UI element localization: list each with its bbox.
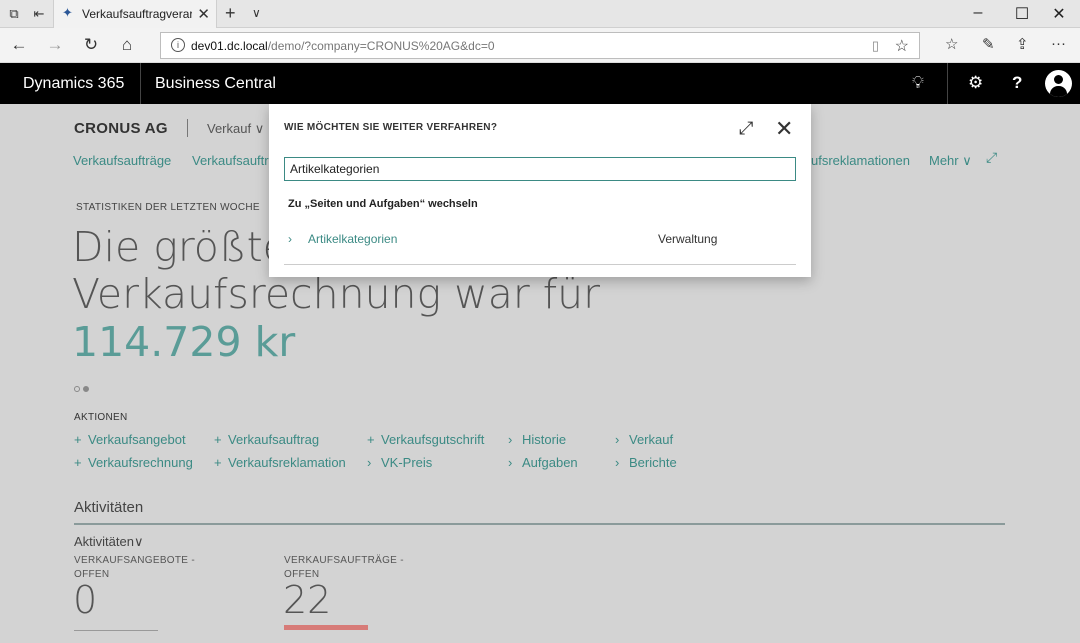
activities-group-toggle[interactable]: Aktivitäten∨ [74,534,144,550]
set-tabs-aside-icon[interactable]: ⇤ [31,6,47,22]
headline-pager [74,379,92,397]
plus-icon: + [367,432,375,447]
refresh-icon[interactable]: ↻ [81,35,101,55]
reading-view-icon[interactable]: ▯ [872,38,879,54]
plus-icon: + [214,455,222,470]
action-verkaufsreklamation[interactable]: + Verkaufsreklamation [214,455,346,470]
nav-link-reklamationen[interactable]: ufsreklamationen [811,153,910,168]
actions-title: AKTIONEN [74,412,128,423]
browser-nav-bar: ← → ↻ ⌂ i dev01.dc.local/demo/?company=C… [0,28,1080,63]
result-group-label: Zu „Seiten und Aufgaben“ wechseln [288,198,478,210]
back-icon[interactable]: ← [9,35,29,55]
gear-icon[interactable]: ⚙ [968,73,983,93]
nav-link-verkaufsauftraege[interactable]: Verkaufsaufträge [73,153,171,168]
expand-icon[interactable]: ⤢ [986,149,997,166]
favorites-hub-icon[interactable]: ☆ [945,35,958,53]
share-icon[interactable]: ⇪ [1016,35,1029,53]
chevron-right-icon: › [508,432,513,447]
plus-icon: + [74,455,82,470]
tile-indicator [74,630,158,631]
plus-icon: + [214,432,222,447]
home-icon[interactable]: ⌂ [117,35,137,55]
tab-actions-icon[interactable]: ⧉ [6,6,22,22]
avatar-body [1050,86,1067,97]
action-verkauf[interactable]: › Verkauf [615,432,673,447]
headline-value[interactable]: 114.729 kr [72,318,295,366]
dynamics-favicon-icon: ✦ [62,5,73,20]
chevron-down-icon: ∨ [254,121,265,136]
section-divider [74,523,1005,525]
help-icon[interactable]: ? [1012,73,1022,93]
favorite-star-icon[interactable]: ☆ [895,36,909,56]
pager-dot-active[interactable] [83,386,89,392]
chevron-right-icon: › [367,455,372,470]
forward-icon[interactable]: → [45,35,65,55]
action-verkaufsgutschrift[interactable]: + Verkaufsgutschrift [367,432,484,447]
section-title: Aktivitäten [74,499,144,516]
close-tab-icon[interactable]: ✕ [197,5,210,23]
action-aufgaben[interactable]: › Aufgaben [508,455,578,470]
headline-line-2: Verkaufsrechnung war für [72,270,600,318]
lightbulb-icon[interactable]: 💡︎ [912,73,924,93]
window-close-icon[interactable]: ✕ [1044,4,1074,24]
info-icon[interactable]: i [171,38,185,52]
maximize-icon[interactable]: ☐ [1007,4,1037,24]
browser-tab[interactable]: ✦ Verkaufsauftragverarbei ✕ [53,0,217,28]
action-verkaufsangebot[interactable]: + Verkaufsangebot [74,432,186,447]
product-label[interactable]: Business Central [155,75,276,93]
action-verkaufsrechnung[interactable]: + Verkaufsrechnung [74,455,193,470]
action-historie[interactable]: › Historie [508,432,566,447]
company-name: CRONUS AG [74,120,168,137]
action-verkaufsauftrag[interactable]: + Verkaufsauftrag [214,432,319,447]
nav-more[interactable]: Mehr ∨ [929,153,972,169]
chevron-right-icon: › [508,455,513,470]
company-menu[interactable]: Verkauf ∨ [207,121,264,137]
tell-me-dialog: WIE MÖCHTEN SIE WEITER VERFAHREN? ⤢ ✕ Zu… [269,104,811,277]
dialog-title: WIE MÖCHTEN SIE WEITER VERFAHREN? [284,122,498,133]
brand-label[interactable]: Dynamics 365 [23,75,124,93]
new-tab-icon[interactable]: + [225,3,236,24]
headline-label: STATISTIKEN DER LETZTEN WOCHE [76,202,260,213]
chevron-right-icon[interactable]: › [288,232,292,246]
action-vk-preis[interactable]: › VK-Preis [367,455,432,470]
tile-indicator-warning [284,625,368,630]
browser-tab-bar: ⧉ ⇤ ✦ Verkaufsauftragverarbei ✕ + ∨ – ☐ … [0,0,1080,28]
tile-value[interactable]: 0 [73,578,97,622]
search-result-link[interactable]: Artikelkategorien [308,232,397,246]
chevron-down-icon: ∨ [962,153,972,168]
company-divider [187,119,188,137]
address-url: dev01.dc.local/demo/?company=CRONUS%20AG… [191,39,495,53]
pager-dot[interactable] [74,386,80,392]
tab-list-chevron-icon[interactable]: ∨ [252,6,261,20]
search-result-category: Verwaltung [658,232,718,246]
header-divider [947,63,948,104]
nav-link-verkaufsauftraege-2[interactable]: Verkaufsaufträ [192,153,276,168]
header-divider [140,63,141,104]
avatar-head [1054,75,1063,84]
plus-icon: + [74,432,82,447]
chevron-right-icon: › [615,432,620,447]
chevron-down-icon: ∨ [133,534,144,549]
dialog-divider [284,264,796,265]
action-berichte[interactable]: › Berichte [615,455,677,470]
app-header: Dynamics 365 Business Central 💡︎ ⚙ ? [0,63,1080,104]
address-bar[interactable]: i dev01.dc.local/demo/?company=CRONUS%20… [160,32,920,59]
tell-me-search-input[interactable] [284,157,796,181]
expand-dialog-icon[interactable]: ⤢ [739,118,753,139]
close-dialog-icon[interactable]: ✕ [775,116,793,142]
tile-value[interactable]: 22 [283,578,331,622]
minimize-icon[interactable]: – [963,4,993,22]
chevron-right-icon: › [615,455,620,470]
web-note-icon[interactable]: ✎ [982,35,995,53]
more-icon[interactable]: ··· [1051,35,1066,52]
avatar[interactable] [1045,70,1072,97]
tab-title: Verkaufsauftragverarbei [82,7,192,21]
